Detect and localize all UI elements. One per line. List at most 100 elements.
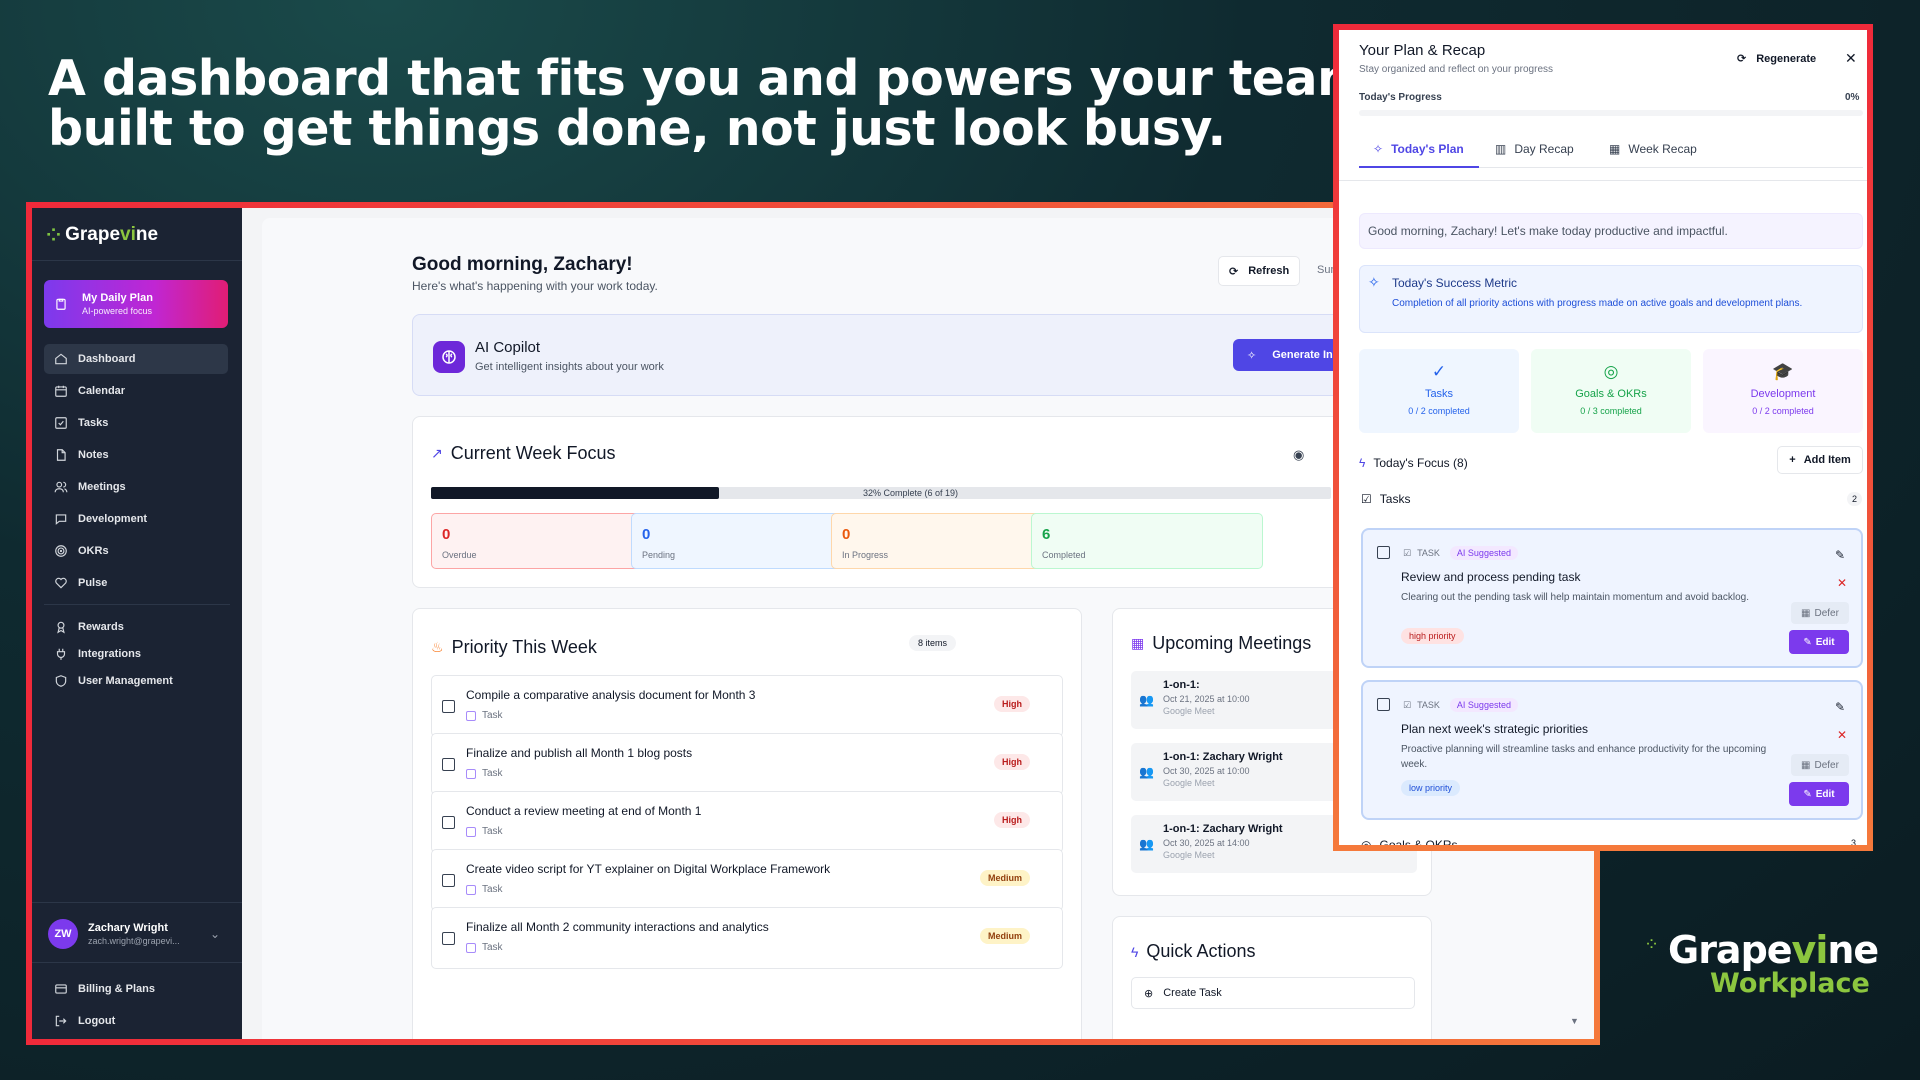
avatar: ZW (48, 919, 78, 949)
progress-label: Today's Progress (1359, 92, 1442, 103)
task-title: Create video script for YT explainer on … (466, 862, 831, 876)
headline-line-2: built to get things done, not just look … (48, 100, 1226, 157)
stat-completed[interactable]: 6 Completed (1031, 513, 1263, 569)
table-row[interactable]: Compile a comparative analysis document … (431, 675, 1063, 737)
sidebar-item-integrations[interactable]: Integrations (44, 639, 228, 669)
regenerate-button[interactable]: ⟳ Regenerate (1737, 52, 1816, 66)
summary-card-goals[interactable]: ◎ Goals & OKRs 0 / 3 completed (1531, 349, 1691, 433)
app-logo[interactable]: ⁘ Grapevine (46, 224, 158, 246)
calendar-icon: ▦ (1801, 759, 1811, 771)
edit-button[interactable]: ✎ Edit (1789, 630, 1849, 654)
task-checkbox[interactable] (442, 932, 455, 945)
sidebar-item-user-management[interactable]: User Management (44, 666, 228, 696)
ai-suggested-badge: AI Suggested (1449, 698, 1518, 712)
brand-tagline: Workplace (1710, 968, 1870, 999)
today-progress-bar (1359, 110, 1863, 116)
create-task-button[interactable]: ⊕ Create Task (1131, 977, 1415, 1009)
sidebar-item-notes[interactable]: Notes (44, 440, 228, 470)
plus-icon: + (1789, 454, 1796, 466)
tab-day-recap[interactable]: ▥ Day Recap (1495, 142, 1574, 156)
edit-icon: ✎ (1803, 636, 1812, 648)
sidebar-item-dashboard[interactable]: Dashboard (44, 344, 228, 374)
defer-button[interactable]: ▦ Defer (1791, 602, 1849, 624)
ai-message: Good morning, Zachary! Let's make today … (1359, 213, 1863, 249)
plus-circle-icon: ⊕ (1144, 987, 1154, 1000)
daily-plan-subtitle: AI-powered focus (82, 306, 153, 316)
table-row[interactable]: Create video script for YT explainer on … (431, 849, 1063, 911)
plan-task-card: ☑ TASK AI Suggested Review and process p… (1361, 528, 1863, 668)
close-icon[interactable]: ✕ (1837, 728, 1847, 742)
plan-task-card: ☑ TASK AI Suggested Plan next week's str… (1361, 680, 1863, 820)
sidebar-item-tasks[interactable]: Tasks (44, 408, 228, 438)
defer-button[interactable]: ▦ Defer (1791, 754, 1849, 776)
sidebar-item-calendar[interactable]: Calendar (44, 376, 228, 406)
billing-button[interactable]: Billing & Plans (44, 974, 228, 1004)
stat-in-progress[interactable]: 0 In Progress (831, 513, 1063, 569)
plan-recap-panel: Your Plan & Recap Stay organized and ref… (1333, 24, 1873, 851)
my-daily-plan-button[interactable]: My Daily Plan AI-powered focus (44, 280, 228, 328)
task-checkbox[interactable] (442, 700, 455, 713)
metric-title: Today's Success Metric (1392, 276, 1517, 290)
pencil-icon[interactable]: ✎ (1835, 700, 1845, 714)
brand-logo: ⁘ Grapevine Workplace (1644, 928, 1879, 999)
table-row[interactable]: Conduct a review meeting at end of Month… (431, 791, 1063, 853)
edit-button[interactable]: ✎ Edit (1789, 782, 1849, 806)
task-checkbox[interactable] (442, 816, 455, 829)
copilot-title: AI Copilot (475, 339, 541, 356)
priority-badge: High (994, 754, 1030, 770)
sidebar-item-meetings[interactable]: Meetings (44, 472, 228, 502)
task-checkbox[interactable] (1377, 546, 1390, 559)
sidebar-item-pulse[interactable]: Pulse (44, 568, 228, 598)
metric-body: Completion of all priority actions with … (1392, 298, 1803, 309)
table-row[interactable]: Finalize and publish all Month 1 blog po… (431, 733, 1063, 795)
lightning-icon: ϟ (1359, 456, 1366, 470)
task-title: Finalize all Month 2 community interacti… (466, 920, 769, 934)
checkbox-icon: ☑ (1403, 699, 1412, 710)
scroll-down-arrow[interactable]: ▼ (1570, 1016, 1579, 1026)
close-icon[interactable]: ✕ (1845, 50, 1857, 67)
goals-count-badge: 3 (1851, 838, 1857, 848)
task-type: Task (466, 768, 503, 779)
checkbox-icon (466, 826, 476, 837)
credit-card-icon (55, 984, 67, 994)
task-checkbox[interactable] (1377, 698, 1390, 711)
priority-badge: low priority (1401, 780, 1461, 796)
user-name: Zachary Wright (88, 922, 168, 934)
tab-week-recap[interactable]: ▦ Week Recap (1609, 142, 1697, 156)
refresh-button[interactable]: ⟳ Refresh (1218, 256, 1301, 286)
tab-todays-plan[interactable]: ✧ Today's Plan (1373, 142, 1464, 156)
section-title: ↗ Current Week Focus (431, 443, 616, 463)
checkbox-icon: ☑ (1361, 492, 1372, 506)
heart-icon (55, 577, 67, 589)
checkbox-icon (466, 768, 476, 779)
progress-value: 0% (1845, 92, 1860, 103)
daily-plan-title: My Daily Plan (82, 292, 153, 304)
checkbox-icon (466, 884, 476, 895)
sidebar-item-rewards[interactable]: Rewards (44, 612, 228, 642)
table-row[interactable]: Finalize all Month 2 community interacti… (431, 907, 1063, 969)
user-menu[interactable]: ZW Zachary Wright zach.wright@grapevi...… (44, 914, 228, 954)
summary-card-tasks[interactable]: ✓ Tasks 0 / 2 completed (1359, 349, 1519, 433)
stat-pending[interactable]: 0 Pending (631, 513, 863, 569)
sidebar-item-development[interactable]: Development (44, 504, 228, 534)
task-type: Task (466, 884, 503, 895)
add-item-button[interactable]: + Add Item (1777, 446, 1863, 474)
logout-button[interactable]: Logout (44, 1006, 228, 1036)
summary-card-development[interactable]: 🎓 Development 0 / 2 completed (1703, 349, 1863, 433)
grape-icon: ⁘ (46, 224, 62, 245)
stat-overdue[interactable]: 0 Overdue (431, 513, 663, 569)
eye-icon[interactable]: ◉ (1293, 447, 1304, 463)
close-icon[interactable]: ✕ (1837, 576, 1847, 590)
check-circle-icon: ✓ (1431, 362, 1447, 381)
task-checkbox[interactable] (442, 874, 455, 887)
pencil-icon[interactable]: ✎ (1835, 548, 1845, 562)
priority-badge: High (994, 696, 1030, 712)
progress-fill (431, 487, 719, 499)
item-count-badge: 8 items (909, 635, 957, 651)
calendar-icon: ▦ (1801, 607, 1811, 619)
task-checkbox[interactable] (442, 758, 455, 771)
sidebar: ⁘ Grapevine My Daily Plan AI-powered foc… (32, 208, 242, 1039)
sparkle-icon: ✧ (1368, 274, 1380, 290)
sidebar-item-okrs[interactable]: OKRs (44, 536, 228, 566)
task-type: Task (466, 826, 503, 837)
